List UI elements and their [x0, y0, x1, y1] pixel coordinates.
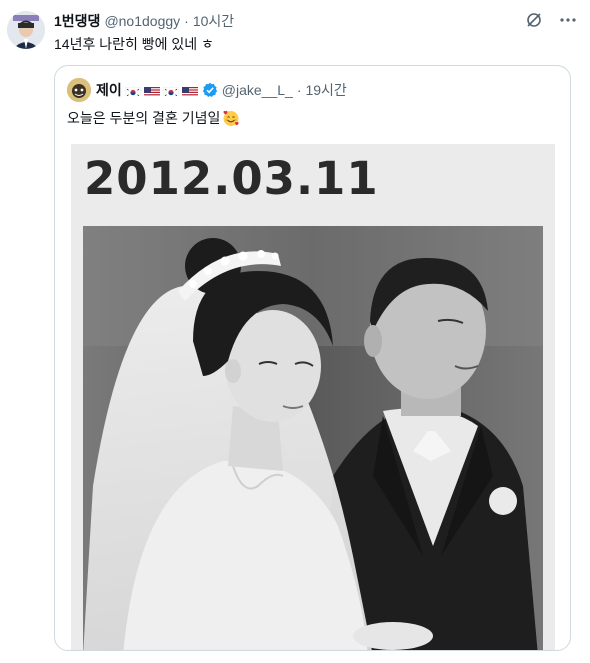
quoted-tweet-header: 제이 @jake__L_ · 19시간 [67, 78, 347, 102]
quoted-author-avatar [67, 78, 91, 102]
quoted-tweet[interactable]: 제이 @jake__L_ · 19시간 오늘은 두분의 결혼 기념일 2012.… [54, 65, 571, 651]
tweet-time[interactable]: 10시간 [193, 11, 234, 31]
smiling-face-with-hearts-icon [222, 109, 240, 127]
grok-icon[interactable] [524, 10, 544, 30]
tweet[interactable]: 1번댕댕 @no1doggy · 10시간 14년후 나란히 빵에 있네 ㅎ 제… [0, 0, 590, 663]
quoted-tweet-media[interactable]: 2012.03.11 [71, 144, 555, 650]
verified-badge-icon[interactable] [202, 82, 218, 98]
wedding-photo[interactable] [83, 226, 543, 650]
separator-dot: · [184, 13, 189, 29]
quoted-author-name[interactable]: 제이 [96, 80, 122, 100]
south-korea-flag-icon [124, 85, 141, 96]
usa-flag-icon [181, 85, 198, 96]
more-options-icon[interactable] [558, 10, 578, 30]
tweet-header: 1번댕댕 @no1doggy · 10시간 [54, 11, 234, 31]
author-name[interactable]: 1번댕댕 [54, 11, 100, 31]
quoted-author-handle[interactable]: @jake__L_ [222, 82, 293, 98]
author-handle[interactable]: @no1doggy [104, 13, 180, 29]
quoted-tweet-text-row: 오늘은 두분의 결혼 기념일 [67, 108, 240, 128]
south-korea-flag-icon [162, 85, 179, 96]
usa-flag-icon [143, 85, 160, 96]
date-caption: 2012.03.11 [84, 152, 379, 205]
author-avatar[interactable] [7, 11, 45, 49]
tweet-text: 14년후 나란히 빵에 있네 ㅎ [54, 36, 214, 52]
tweet-actions-top [524, 10, 578, 30]
quoted-tweet-time[interactable]: 19시간 [305, 80, 346, 100]
separator-dot: · [296, 82, 302, 98]
quoted-tweet-text: 오늘은 두분의 결혼 기념일 [67, 110, 221, 126]
